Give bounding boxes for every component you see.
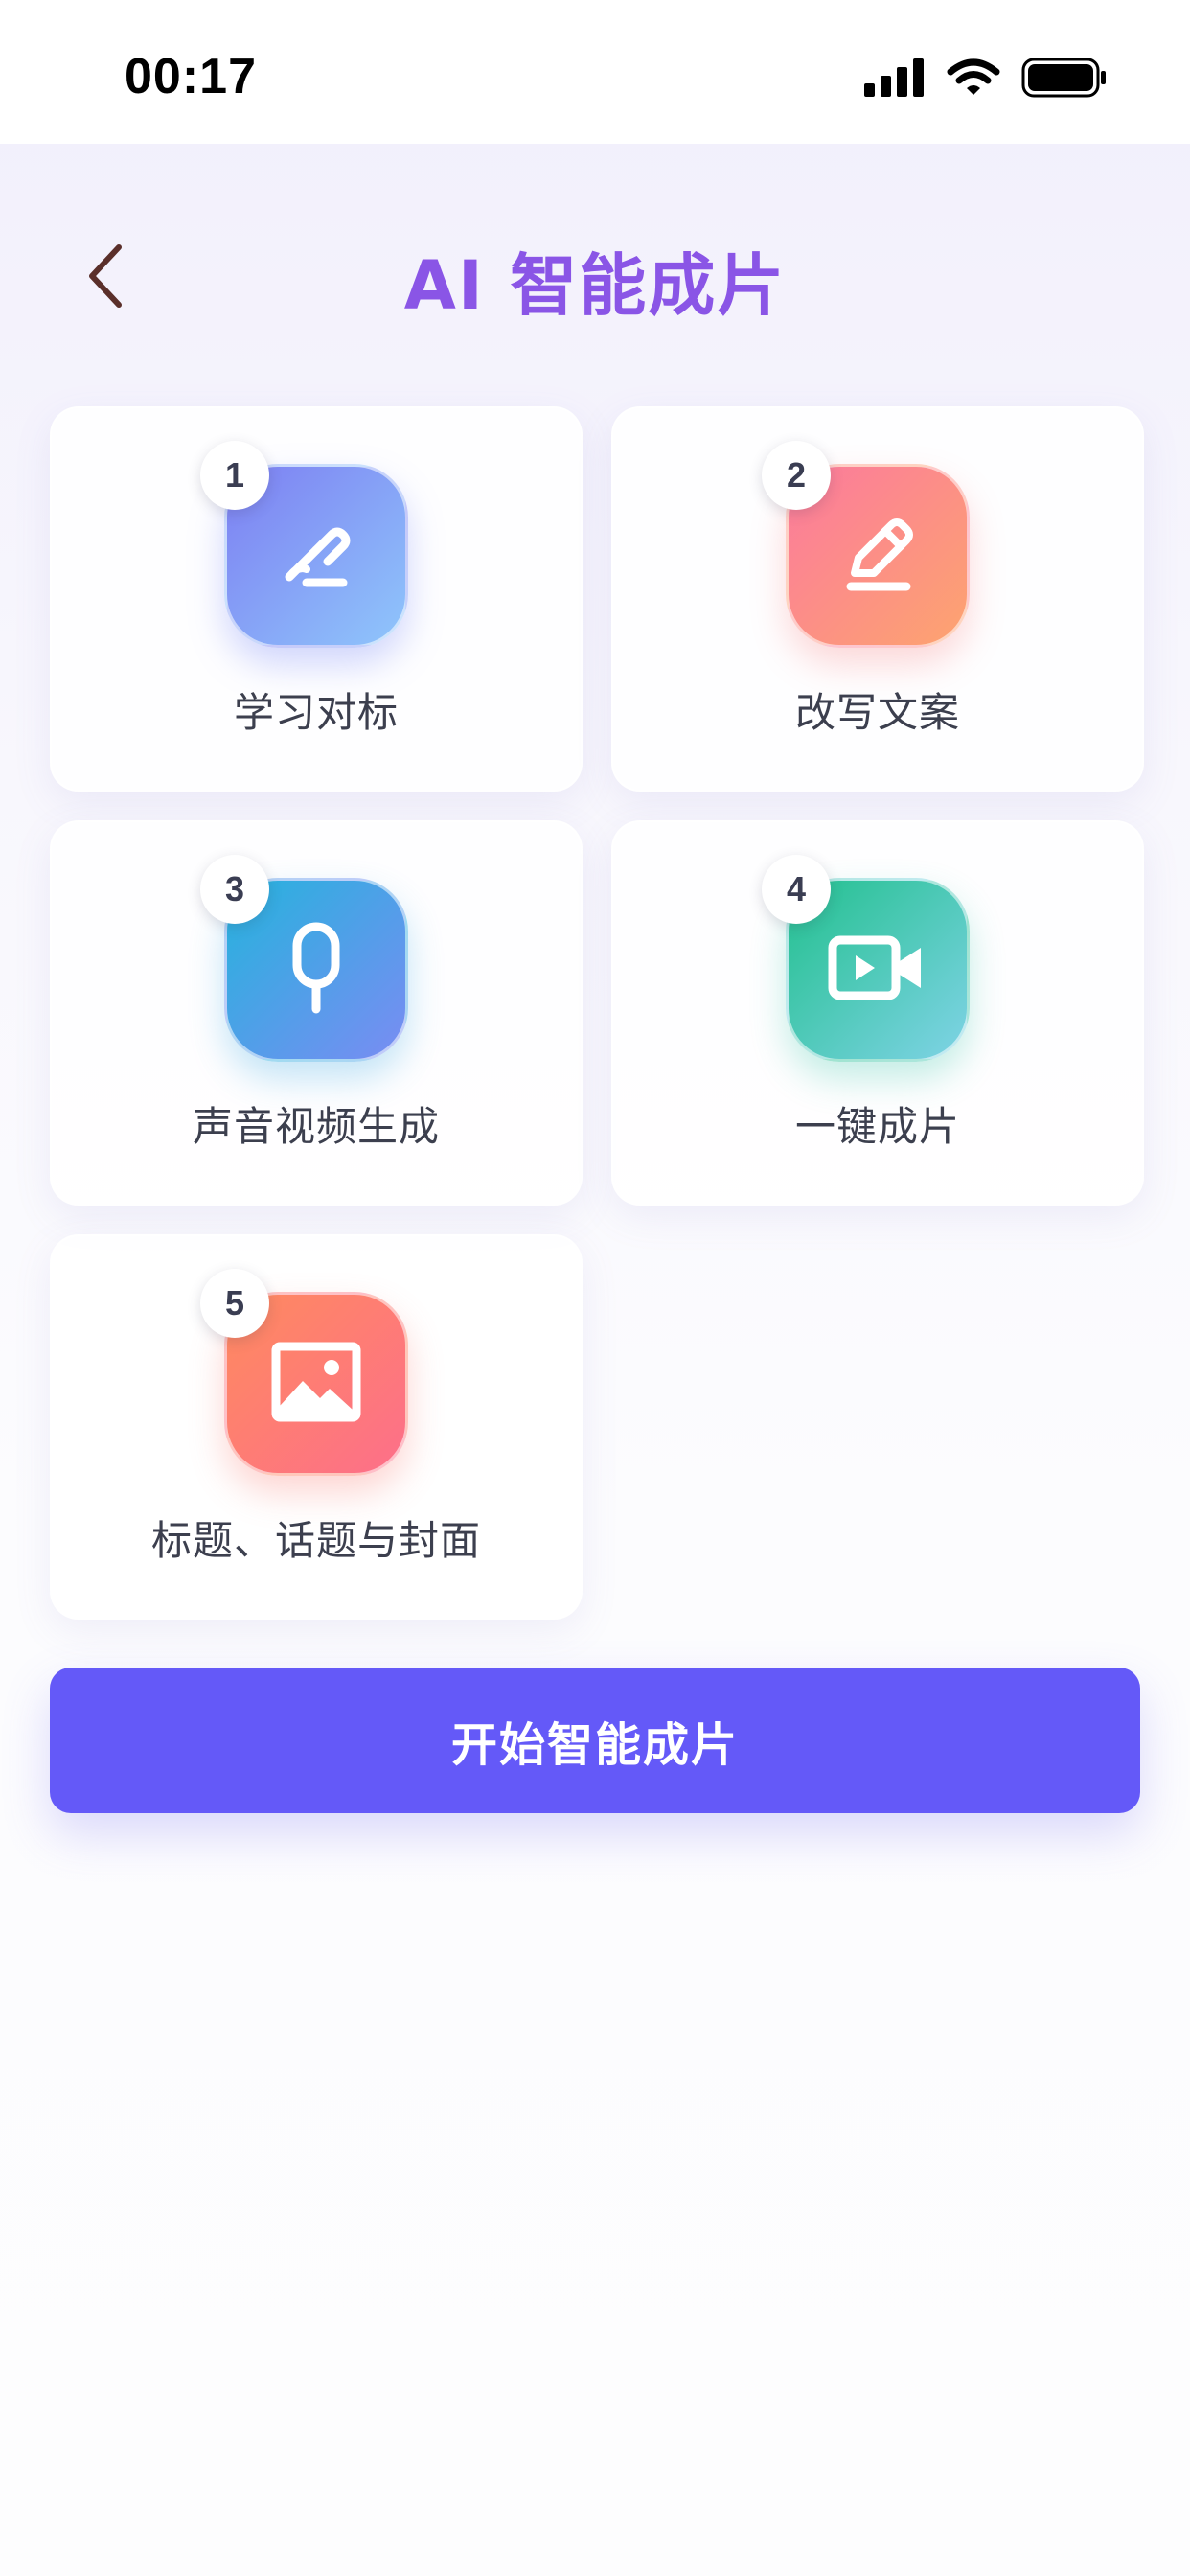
step-card-2[interactable]: 2 改写文案 — [611, 406, 1144, 792]
start-button-label: 开始智能成片 — [450, 1718, 739, 1772]
pencil-edit-icon — [830, 506, 926, 606]
microphone-icon — [268, 915, 364, 1024]
video-camera-icon — [825, 925, 930, 1015]
step-card-5[interactable]: 5 标题、话题与封面 — [50, 1234, 583, 1620]
step-number-badge: 1 — [200, 441, 269, 510]
nav-bar: AI 智能成片 — [0, 201, 1190, 355]
step-label: 一键成片 — [794, 1103, 960, 1150]
step-number-badge: 4 — [762, 855, 831, 924]
step-label: 标题、话题与封面 — [150, 1517, 481, 1564]
status-bar: 00:17 — [0, 0, 1190, 144]
step-card-3[interactable]: 3 声音视频生成 — [50, 820, 583, 1206]
signature-pen-icon — [268, 506, 364, 606]
step-number-badge: 3 — [200, 855, 269, 924]
status-icons — [864, 58, 1108, 102]
step-label: 学习对标 — [233, 689, 399, 736]
start-ai-video-button[interactable]: 开始智能成片 — [50, 1668, 1140, 1813]
image-icon — [268, 1339, 364, 1429]
wifi-icon — [947, 58, 1000, 101]
status-time: 00:17 — [125, 49, 257, 104]
cellular-signal-icon — [864, 58, 926, 101]
step-number-badge: 5 — [200, 1269, 269, 1338]
step-card-4[interactable]: 4 一键成片 — [611, 820, 1144, 1206]
step-number-badge: 2 — [762, 441, 831, 510]
step-label: 改写文案 — [794, 689, 960, 736]
step-label: 声音视频生成 — [192, 1103, 440, 1150]
page-title: AI 智能成片 — [403, 246, 787, 325]
battery-icon — [1021, 58, 1108, 102]
step-card-1[interactable]: 1 学习对标 — [50, 406, 583, 792]
